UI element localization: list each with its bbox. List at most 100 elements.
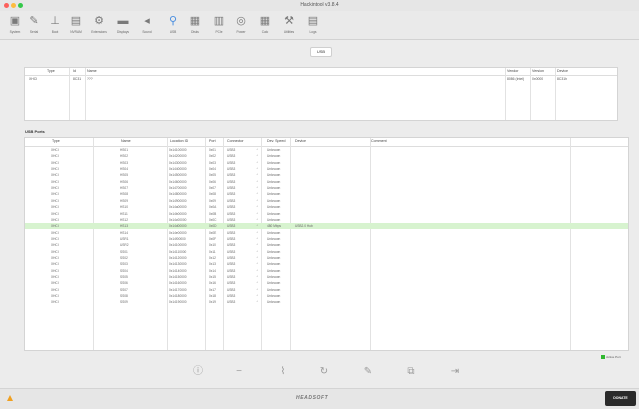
column-header[interactable]: Type: [52, 138, 60, 145]
table-cell: USB3: [227, 186, 236, 191]
edit-icon[interactable]: ✎: [362, 366, 374, 378]
toolbar-sound-button[interactable]: ◂ Sound: [134, 13, 160, 37]
table-row[interactable]: XHCI HS05 0x14500000 0x05 USB3 ⌃ Unknown: [25, 172, 628, 178]
table-row[interactable]: XHCI SS07 0x14170000 0x17 USB3 ⌃ Unknown: [25, 287, 628, 293]
table-row[interactable]: XHCI HS12 0x14c00000 0x0C USB3 ⌃ Unknown: [25, 217, 628, 223]
connector-dropdown-icon[interactable]: ⌃: [256, 299, 259, 305]
connector-dropdown-icon[interactable]: ⌃: [256, 280, 259, 286]
connector-dropdown-icon[interactable]: ⌃: [256, 147, 259, 153]
column-header[interactable]: Connector: [227, 138, 244, 145]
connector-dropdown-icon[interactable]: ⌃: [256, 204, 259, 210]
connector-dropdown-icon[interactable]: ⌃: [256, 236, 259, 242]
table-cell: USB3: [227, 192, 236, 197]
connector-dropdown-icon[interactable]: ⌃: [256, 185, 259, 191]
table-row[interactable]: XHCI HS10 0x14a00000 0x0A USB3 ⌃ Unknown: [25, 204, 628, 210]
table-row[interactable]: XHCI SS03 0x14130000 0x13 USB3 ⌃ Unknown: [25, 261, 628, 267]
connector-dropdown-icon[interactable]: ⌃: [256, 211, 259, 217]
connector-dropdown-icon[interactable]: ⌃: [256, 274, 259, 280]
toolbar-logs-button[interactable]: ▤ Logs: [300, 13, 326, 37]
column-header[interactable]: Version: [532, 68, 544, 75]
table-cell: USB3: [227, 281, 236, 286]
column-header[interactable]: Port: [209, 138, 216, 145]
usb-ports-table[interactable]: Type Name Location ID Port Connector Dev. Spe…: [24, 137, 629, 351]
connector-dropdown-icon[interactable]: ⌃: [256, 172, 259, 178]
connector-dropdown-icon[interactable]: ⌃: [256, 166, 259, 172]
table-row[interactable]: XHCI SS02 0x14120000 0x12 USB3 ⌃ Unknown: [25, 255, 628, 261]
disk-icon: ▦: [189, 15, 201, 27]
tab-usb[interactable]: USB: [310, 47, 332, 57]
table-cell: USB3: [227, 249, 236, 254]
connector-dropdown-icon[interactable]: ⌃: [256, 242, 259, 248]
table-row[interactable]: XHCI HS07 0x14700000 0x07 USB3 ⌃ Unknown: [25, 185, 628, 191]
column-header[interactable]: Type: [47, 68, 55, 75]
import-icon[interactable]: ⧉: [405, 366, 417, 378]
column-header[interactable]: Name: [121, 138, 131, 145]
table-row[interactable]: XHCI USR1 0x14f00000 0x0F USB3 ⌃ Unknown: [25, 236, 628, 242]
column-header[interactable]: Device: [295, 138, 306, 145]
column-header[interactable]: Device: [557, 68, 568, 75]
table-row[interactable]: XHCI SS06 0x14160000 0x16 USB3 ⌃ Unknown: [25, 280, 628, 286]
remove-icon[interactable]: −: [233, 366, 245, 378]
table-row[interactable]: XHCI HS14 0x14e00000 0x0E USB3 ⌃ Unknown: [25, 230, 628, 236]
donate-button[interactable]: DONATE: [605, 391, 636, 406]
connector-dropdown-icon[interactable]: ⌃: [256, 223, 259, 229]
connector-dropdown-icon[interactable]: ⌃: [256, 160, 259, 166]
column-header[interactable]: Comment: [371, 138, 387, 145]
table-row[interactable]: XHCI HS04 0x14400000 0x04 USB3 ⌃ Unknown: [25, 166, 628, 172]
table-row[interactable]: XHCI SS05 0x14150000 0x15 USB3 ⌃ Unknown: [25, 274, 628, 280]
column-header[interactable]: Id: [73, 68, 76, 75]
toolbar-disks-button[interactable]: ▦ Disks: [182, 13, 208, 37]
table-row[interactable]: XHCI USR2 0x14100000 0x10 USB3 ⌃ Unknown: [25, 242, 628, 248]
table-row[interactable]: XHCI SS04 0x14140000 0x14 USB3 ⌃ Unknown: [25, 268, 628, 274]
table-cell: 0x14600000: [169, 179, 187, 184]
connector-dropdown-icon[interactable]: ⌃: [256, 230, 259, 236]
table-row[interactable]: XHCI HS13 0x14d00000 0x0D USB3 ⌃ 480 Mbps USB2.…: [25, 223, 628, 230]
toolbar-power-button[interactable]: ◎ Power: [228, 13, 254, 37]
connector-dropdown-icon[interactable]: ⌃: [256, 261, 259, 267]
table-row[interactable]: XHCI HS01 0x14100000 0x01 USB3 ⌃ Unknown: [25, 147, 628, 153]
toolbar-calc-button[interactable]: ▦ Calc: [252, 13, 278, 37]
connector-dropdown-icon[interactable]: ⌃: [256, 287, 259, 293]
connector-dropdown-icon[interactable]: ⌃: [256, 293, 259, 299]
column-header[interactable]: Location ID: [170, 138, 188, 145]
connector-dropdown-icon[interactable]: ⌃: [256, 268, 259, 274]
export-icon[interactable]: ⇥: [449, 366, 461, 378]
connector-dropdown-icon[interactable]: ⌃: [256, 198, 259, 204]
column-header[interactable]: Name: [87, 68, 97, 75]
toolbar-displays-button[interactable]: ▬ Displays: [110, 13, 136, 37]
table-row[interactable]: XHCI HS09 0x14900000 0x09 USB3 ⌃ Unknown: [25, 198, 628, 204]
table-row[interactable]: XHCI SS09 0x14190000 0x19 USB3 ⌃ Unknown: [25, 299, 628, 305]
table-cell: Unknown: [267, 192, 281, 197]
refresh-icon[interactable]: ↻: [318, 366, 330, 378]
table-row[interactable]: XHCI SS08 0x14180000 0x18 USB3 ⌃ Unknown: [25, 293, 628, 299]
table-row[interactable]: XHCI HS08 0x14800000 0x08 USB3 ⌃ Unknown: [25, 191, 628, 197]
connector-dropdown-icon[interactable]: ⌃: [256, 217, 259, 223]
toolbar-utilities-button[interactable]: ⚒ Utilities: [276, 13, 302, 37]
table-cell: Unknown: [267, 281, 281, 286]
table-row[interactable]: XHCI HS11 0x14b00000 0x0B USB3 ⌃ Unknown: [25, 211, 628, 217]
connector-dropdown-icon[interactable]: ⌃: [256, 249, 259, 255]
table-cell: XHCI: [51, 300, 59, 305]
connector-dropdown-icon[interactable]: ⌃: [256, 153, 259, 159]
connector-dropdown-icon[interactable]: ⌃: [256, 255, 259, 261]
table-row[interactable]: XHCI HS03 0x14300000 0x03 USB3 ⌃ Unknown: [25, 160, 628, 166]
column-header[interactable]: Dev. Speed: [267, 138, 286, 145]
table-cell: 0x14b00000: [169, 211, 187, 216]
table-cell: XHCI: [51, 167, 59, 172]
brush-icon[interactable]: ⌇: [277, 366, 289, 378]
display-icon: ▬: [117, 15, 129, 27]
connector-dropdown-icon[interactable]: ⌃: [256, 191, 259, 197]
table-row[interactable]: XHCI HS06 0x14600000 0x06 USB3 ⌃ Unknown: [25, 179, 628, 185]
table-cell: HS13: [120, 224, 128, 229]
connector-dropdown-icon[interactable]: ⌃: [256, 179, 259, 185]
toolbar-extensions-button[interactable]: ⚙ Extensions: [86, 13, 112, 37]
table-cell: USR2: [120, 243, 129, 248]
table-row[interactable]: XHCI HS02 0x14200000 0x02 USB3 ⌃ Unknown: [25, 153, 628, 159]
table-cell: USR1: [120, 236, 129, 241]
table-row[interactable]: XHCI SS01 0x14110000 0x11 USB3 ⌃ Unknown: [25, 249, 628, 255]
table-cell: USB3: [227, 230, 236, 235]
info-icon[interactable]: ⓘ: [192, 366, 204, 378]
column-header[interactable]: Vendor: [507, 68, 518, 75]
window-title: Hackintool v3.8.4: [300, 2, 339, 8]
table-cell: 0x14180000: [169, 294, 187, 299]
